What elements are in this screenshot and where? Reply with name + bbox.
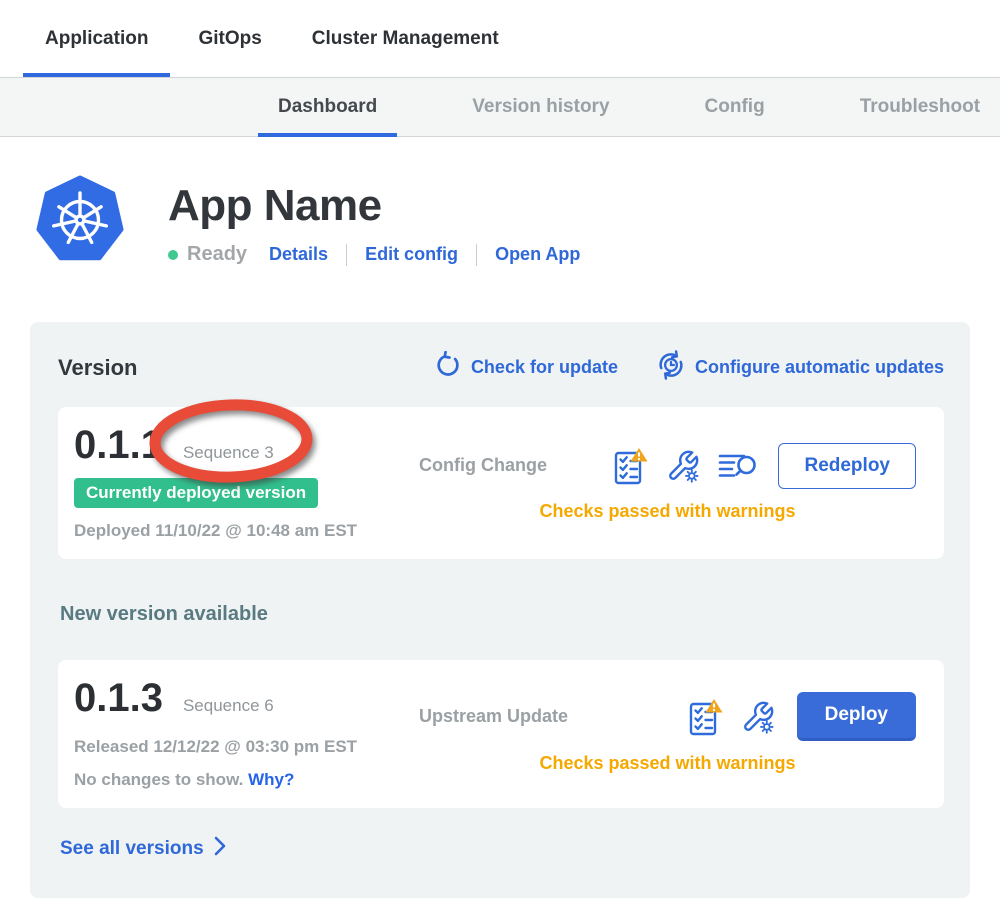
version-section-title: Version (58, 355, 396, 381)
currently-deployed-badge: Currently deployed version (74, 478, 318, 508)
app-header: App Name Ready Details Edit config Open … (0, 137, 1000, 272)
edit-config-link[interactable]: Edit config (365, 244, 458, 265)
deployed-timestamp: Deployed 11/10/22 @ 10:48 am EST (74, 521, 419, 541)
see-all-versions-label: See all versions (60, 838, 204, 860)
no-changes-text: No changes to show. (74, 770, 243, 789)
divider (346, 244, 347, 266)
released-timestamp: Released 12/12/22 @ 03:30 pm EST (74, 737, 419, 757)
check-for-update-label: Check for update (471, 357, 618, 378)
config-wrench-icon[interactable] (666, 449, 700, 483)
top-tab-application[interactable]: Application (23, 0, 170, 77)
new-version-heading: New version available (60, 603, 944, 626)
current-version-number: 0.1.1 (74, 423, 163, 468)
top-nav: Application GitOps Cluster Management (0, 0, 1000, 77)
divider (476, 244, 477, 266)
see-all-versions-link[interactable]: See all versions (60, 836, 226, 862)
view-files-icon[interactable] (718, 451, 756, 481)
page-title: App Name (168, 181, 580, 231)
deploy-button[interactable]: Deploy (797, 692, 916, 741)
refresh-icon (434, 351, 462, 384)
sub-tab-troubleshoot[interactable]: Troubleshoot (840, 78, 1000, 136)
preflight-checks-icon[interactable] (614, 447, 648, 485)
auto-update-icon (656, 350, 686, 385)
available-source-label: Upstream Update (419, 706, 568, 727)
available-version-card: 0.1.3 Sequence 6 Released 12/12/22 @ 03:… (58, 660, 944, 808)
configure-auto-updates-label: Configure automatic updates (695, 357, 944, 378)
open-app-link[interactable]: Open App (495, 244, 580, 265)
configure-auto-updates-button[interactable]: Configure automatic updates (656, 350, 944, 385)
details-link[interactable]: Details (269, 244, 328, 265)
current-checks-status: Checks passed with warnings (419, 501, 916, 522)
available-version-number: 0.1.3 (74, 676, 163, 721)
config-wrench-icon[interactable] (741, 700, 775, 734)
sub-nav: Dashboard Version history Config Trouble… (0, 77, 1000, 137)
top-tab-gitops[interactable]: GitOps (176, 0, 283, 77)
kubernetes-logo-icon (36, 175, 124, 272)
current-sequence-label: Sequence 3 (183, 443, 274, 463)
available-sequence-label: Sequence 6 (183, 696, 274, 716)
status-dot-icon (168, 250, 178, 260)
redeploy-button[interactable]: Redeploy (778, 443, 916, 489)
current-source-label: Config Change (419, 455, 547, 476)
status-badge: Ready (187, 243, 247, 266)
check-for-update-button[interactable]: Check for update (434, 351, 618, 384)
available-checks-status: Checks passed with warnings (419, 753, 916, 774)
sub-tab-config[interactable]: Config (685, 78, 785, 136)
version-section: Version Check for update (30, 322, 970, 898)
chevron-right-icon (214, 836, 226, 862)
sub-tab-version-history[interactable]: Version history (452, 78, 629, 136)
why-link[interactable]: Why? (248, 770, 294, 789)
top-tab-cluster-management[interactable]: Cluster Management (290, 0, 521, 77)
sub-tab-dashboard[interactable]: Dashboard (258, 78, 397, 136)
current-version-card: 0.1.1 Sequence 3 Currently deployed vers… (58, 407, 944, 559)
preflight-checks-icon[interactable] (689, 698, 723, 736)
